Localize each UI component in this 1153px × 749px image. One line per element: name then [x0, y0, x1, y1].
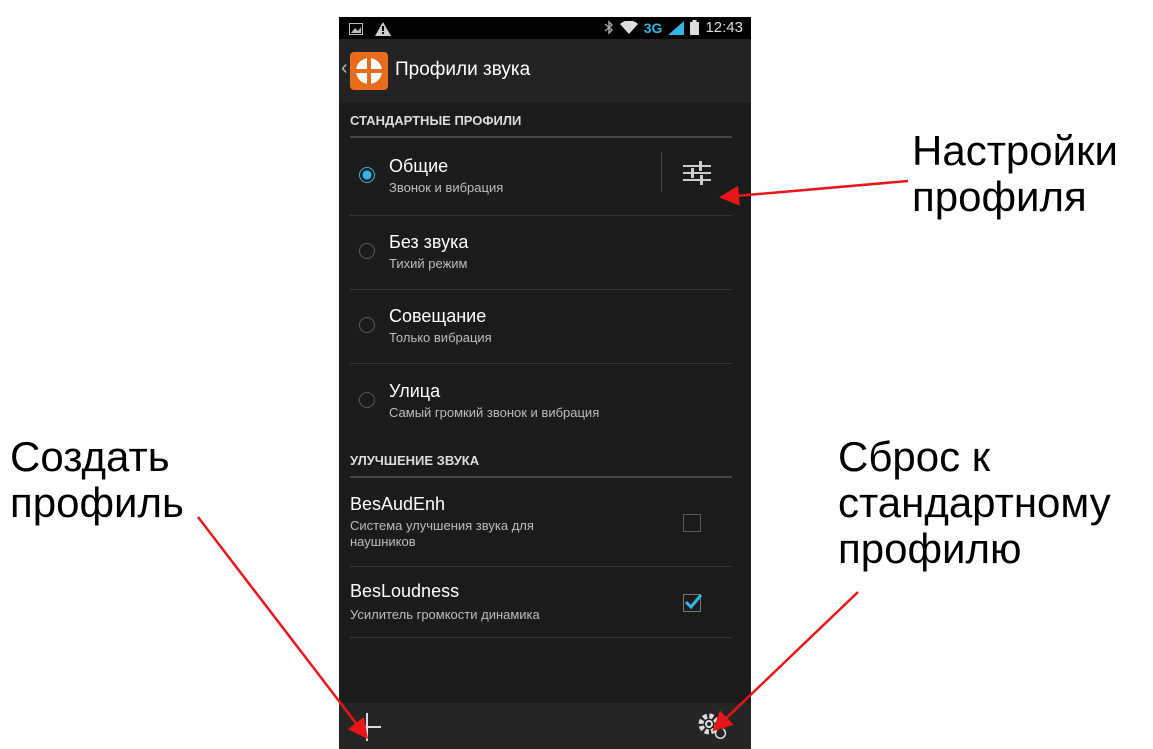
section-header-enhancement: УЛУЧШЕНИЕ ЗВУКА — [350, 453, 732, 478]
profile-item-silent[interactable]: Без звука Тихий режим — [350, 215, 732, 290]
add-profile-icon[interactable] — [353, 713, 381, 741]
status-bar: 3G 12:43 — [339, 17, 751, 39]
network-type: 3G — [643, 19, 663, 36]
chevron-left-icon[interactable]: ‹ — [341, 57, 348, 80]
battery-icon — [690, 20, 700, 35]
enhancement-subtitle: наушников — [350, 534, 416, 549]
profile-title: Совещание — [389, 306, 487, 326]
checkbox-unchecked[interactable] — [683, 514, 701, 532]
reset-profile-gear-icon[interactable] — [696, 711, 728, 741]
action-bar: ‹ Профили звука — [339, 39, 751, 103]
annotation-line: профиль — [10, 479, 184, 526]
enhancement-title: BesLoudness — [350, 581, 460, 601]
enhancement-subtitle: Усилитель громкости динамика — [350, 607, 540, 622]
annotation-line: профиля — [912, 173, 1087, 220]
radio-unselected[interactable] — [359, 243, 375, 259]
profile-subtitle: Только вибрация — [389, 330, 492, 345]
checkbox-checked[interactable] — [683, 594, 703, 612]
image-notification-icon — [349, 23, 363, 36]
radio-selected[interactable] — [359, 167, 375, 183]
status-time: 12:43 — [705, 19, 743, 36]
enhancement-title: BesAudEnh — [350, 494, 446, 514]
annotation-create-profile: Создать профиль — [10, 434, 184, 526]
enhancement-item-besaudenh[interactable]: BesAudEnh Система улучшения звука для на… — [350, 480, 732, 567]
page-title: Профили звука — [395, 59, 531, 80]
radio-unselected[interactable] — [359, 317, 375, 333]
profile-subtitle: Тихий режим — [389, 256, 468, 271]
signal-icon — [668, 20, 685, 35]
profile-title: Общие — [389, 156, 449, 176]
annotation-line: профилю — [838, 525, 1022, 572]
enhancement-subtitle: Система улучшения звука для — [350, 518, 534, 533]
profile-item-general[interactable]: Общие Звонок и вибрация — [350, 140, 732, 216]
annotation-profile-settings: Настройки профиля — [912, 128, 1118, 220]
profile-settings-icon[interactable] — [683, 160, 711, 186]
enhancement-item-besloudness[interactable]: BesLoudness Усилитель громкости динамика — [350, 566, 732, 638]
annotation-reset-profile: Сброс к стандартному профилю — [838, 434, 1111, 572]
app-logo-icon — [354, 56, 384, 86]
profile-item-outdoor[interactable]: Улица Самый громкий звонок и вибрация — [350, 363, 732, 435]
status-left — [349, 20, 392, 37]
section-header-standard: СТАНДАРТНЫЕ ПРОФИЛИ — [350, 113, 732, 138]
annotation-line: Сброс к — [838, 433, 991, 480]
profile-title: Без звука — [389, 232, 469, 252]
wifi-icon — [619, 20, 638, 34]
annotation-line: Создать — [10, 433, 170, 480]
bluetooth-icon — [604, 20, 613, 35]
vertical-divider — [661, 152, 662, 192]
annotation-line: Настройки — [912, 127, 1118, 174]
arrow-to-settings — [719, 179, 909, 206]
profile-item-meeting[interactable]: Совещание Только вибрация — [350, 289, 732, 364]
warning-icon — [375, 22, 392, 37]
checkmark-icon — [684, 594, 703, 610]
bottom-action-bar — [339, 703, 751, 749]
annotation-line: стандартному — [838, 479, 1111, 526]
profile-subtitle: Звонок и вибрация — [389, 180, 504, 195]
profile-title: Улица — [389, 381, 441, 401]
sound-profiles-app-icon[interactable] — [350, 52, 388, 90]
phone-screen: 3G 12:43 ‹ Профили звука СТАНДАРТНЫЕ ПРО… — [339, 17, 751, 749]
profile-subtitle: Самый громкий звонок и вибрация — [389, 405, 600, 420]
radio-unselected[interactable] — [359, 392, 375, 408]
status-right: 3G 12:43 — [604, 19, 743, 36]
